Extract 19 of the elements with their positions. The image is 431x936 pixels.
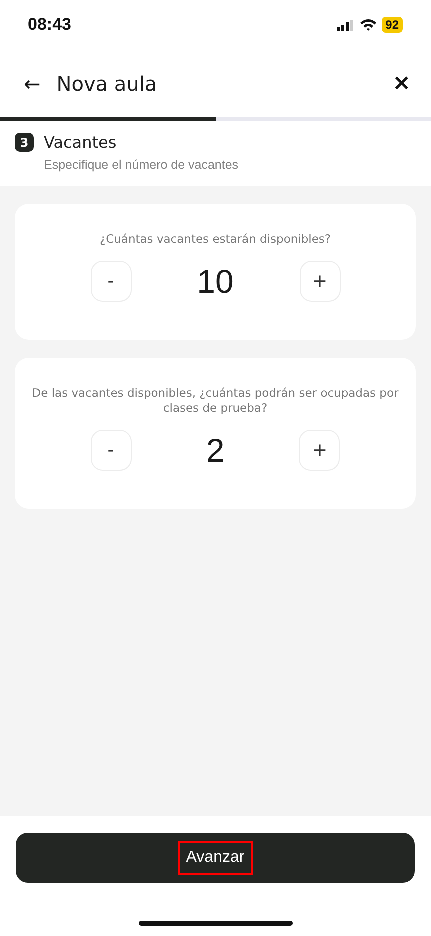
decrement-button[interactable]: -	[90, 261, 132, 302]
increment-button[interactable]: +	[299, 430, 340, 471]
signal-icon	[336, 20, 355, 30]
back-button[interactable]: ←	[20, 72, 45, 96]
page-title: Nova aula	[56, 72, 158, 96]
decrement-button[interactable]: -	[90, 430, 132, 471]
increment-button[interactable]: +	[300, 261, 340, 302]
battery-level: 92	[382, 17, 403, 33]
counter-question: ¿Cuántas vacantes estarán disponibles?	[100, 232, 332, 247]
counter-value: 10	[197, 262, 234, 300]
step-title: Vacantes	[44, 133, 117, 152]
status-time: 08:43	[28, 15, 72, 35]
step-subtitle: Especifique el número de vacantes	[44, 158, 240, 172]
counter-value: 2	[206, 432, 225, 470]
advance-button[interactable]: Avanzar	[16, 833, 415, 883]
wifi-icon	[360, 19, 377, 31]
counter-question: De las vacantes disponibles, ¿cuántas podrán ser ocupadas por clases de prueba?	[31, 386, 400, 416]
step-number: 3	[15, 133, 34, 152]
close-button[interactable]: ×	[388, 71, 415, 96]
